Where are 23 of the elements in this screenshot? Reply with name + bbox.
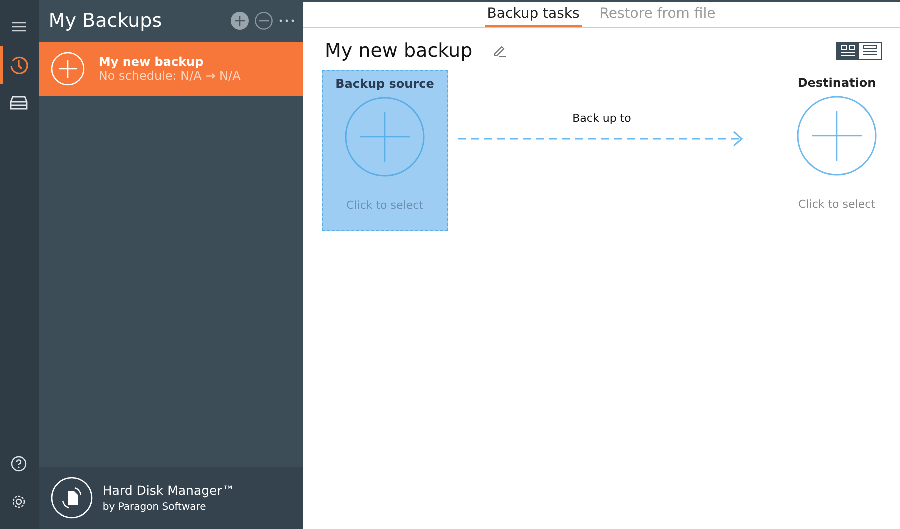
tile-view-icon[interactable] (837, 43, 859, 59)
plus-circle-icon (345, 97, 425, 177)
source-title: Backup source (336, 77, 434, 91)
source-hint: Click to select (346, 199, 424, 212)
more-icon[interactable] (279, 19, 295, 23)
add-icon[interactable] (231, 12, 249, 30)
pencil-icon[interactable] (492, 44, 507, 58)
task-title: My new backup (325, 40, 473, 62)
backup-name: My new backup (98, 55, 205, 69)
product-name: Hard Disk Manager™ (102, 483, 235, 498)
destination-title: Destination (798, 76, 876, 90)
source-tile[interactable]: Backup source Click to select (322, 70, 448, 231)
remove-icon[interactable] (255, 12, 273, 30)
plus-circle-icon (50, 52, 85, 86)
sidebar-title: My Backups (48, 10, 164, 32)
logo-icon (50, 477, 93, 519)
link-label: Back up to (572, 112, 632, 125)
destination-tile[interactable]: Destination Click to select (774, 70, 900, 231)
plus-circle-icon (797, 96, 877, 176)
vendor-name: by Paragon Software (102, 502, 208, 513)
backup-schedule: No schedule: N/A → N/A (98, 69, 241, 83)
tab[interactable]: Backup tasks (485, 2, 582, 27)
destination-hint: Click to select (798, 198, 876, 211)
